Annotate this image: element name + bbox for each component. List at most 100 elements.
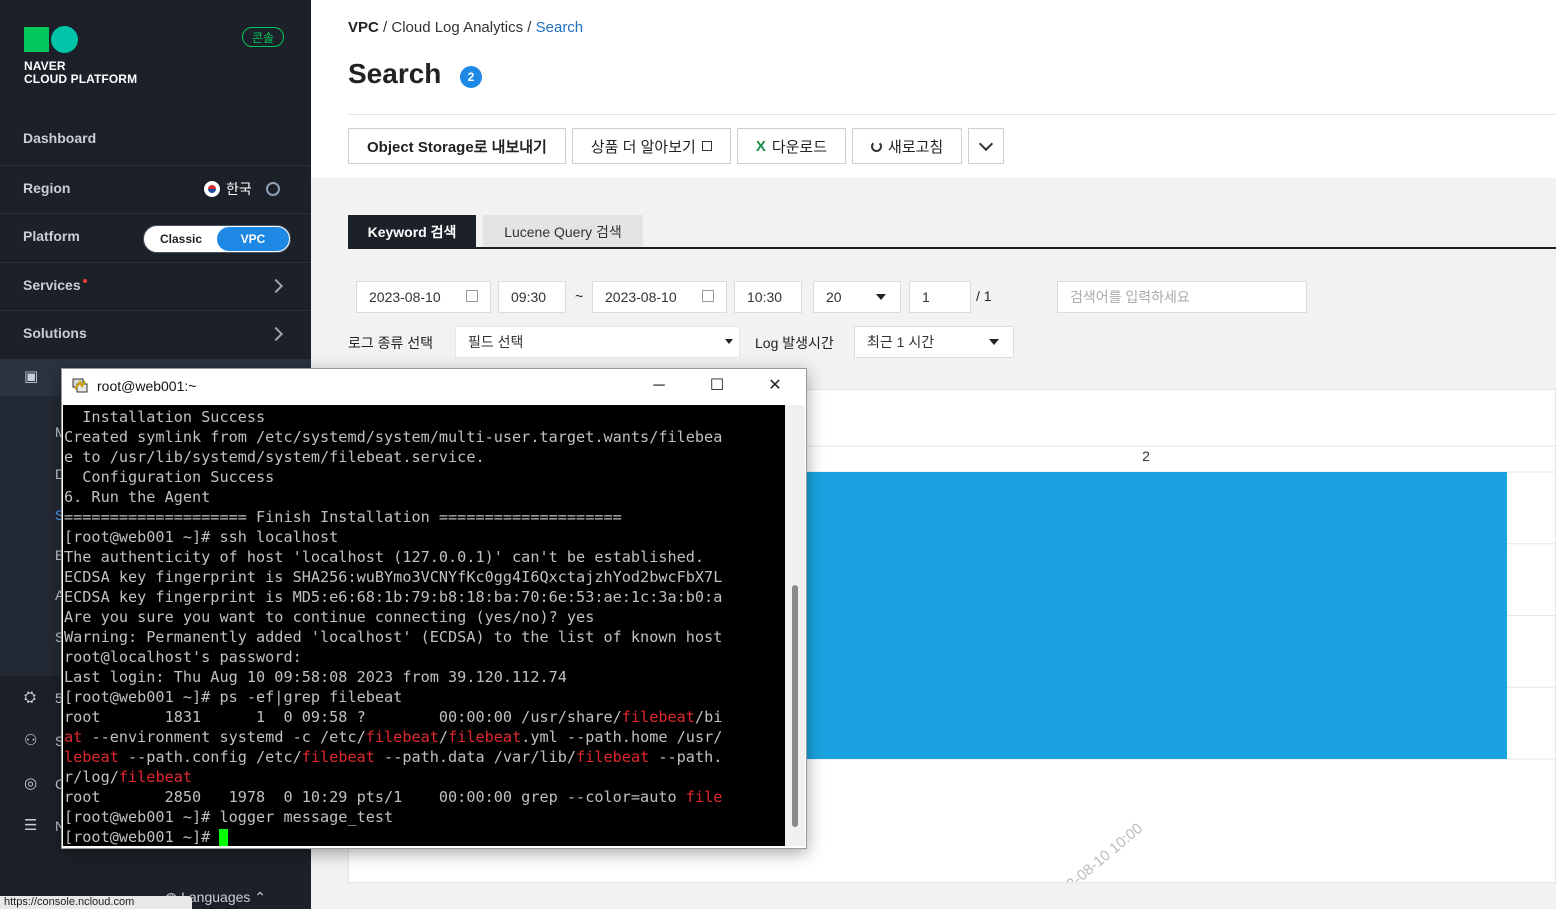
help-badge[interactable]: 2 [460, 66, 482, 88]
chevron-down-icon [979, 136, 994, 152]
terminal-titlebar[interactable]: root@web001:~ ─ ☐ ✕ [62, 369, 806, 405]
terminal-line: Configuration Success [64, 467, 722, 487]
end-time-field[interactable]: 10:30 [734, 281, 802, 313]
minimize-button[interactable]: ─ [630, 369, 688, 405]
sidebar-item-solutions[interactable]: Solutions [0, 310, 311, 358]
monitor-chart-icon: ▣ [24, 368, 39, 385]
terminal-line: [root@web001 ~]# logger message_test [64, 807, 722, 827]
terminal-text-segment: r/log/ [64, 768, 119, 786]
page-number-input[interactable]: 1 [909, 281, 971, 313]
terminal-text-segment: root 2850 1978 0 10:29 pts/1 00:00:00 gr… [64, 788, 686, 806]
sidebar-item-dashboard[interactable]: Dashboard [0, 116, 311, 164]
terminal-text-segment: [root@web001 ~]# logger message_test [64, 808, 394, 826]
download-button[interactable]: X 다운로드 [736, 128, 847, 164]
terminal-line: root@localhost's password: [64, 647, 722, 667]
range-separator: ~ [575, 288, 584, 304]
excel-icon: X [755, 137, 766, 155]
platform-vpc-option[interactable]: VPC [217, 227, 289, 251]
platform-toggle[interactable]: Classic VPC [143, 225, 291, 253]
calendar-icon[interactable] [466, 290, 478, 302]
terminal-text-segment: filebeat [365, 728, 439, 746]
sidebar-item-services[interactable]: Services [0, 262, 311, 310]
services-label: Services [23, 277, 87, 293]
breadcrumb: VPC / Cloud Log Analytics / Search [348, 19, 584, 36]
terminal-text-segment: .yml --path.home /usr/ [521, 728, 723, 746]
terminal-line: lebeat --path.config /etc/filebeat --pat… [64, 747, 722, 767]
terminal-text-segment: filebeat [576, 748, 650, 766]
terminal-text-segment: root 1831 1 0 09:58 ? 00:00:00 /usr/shar… [64, 708, 622, 726]
region-value: 한국 [226, 181, 252, 197]
terminal-text-segment: [root@web001 ~]# ps -ef|grep filebeat [64, 688, 403, 706]
log-time-select[interactable]: 최근 1 시간 [854, 326, 1014, 358]
divider [348, 114, 1556, 115]
server-icon[interactable]: ☰ [24, 818, 42, 834]
start-date-field[interactable]: 2023-08-10 [356, 281, 491, 313]
network-icon[interactable]: ⛭ [24, 690, 42, 706]
maximize-button[interactable]: ☐ [688, 369, 746, 405]
support-icon[interactable]: ◎ [24, 776, 42, 792]
field-select[interactable]: 필드 선택 [455, 326, 740, 358]
tab-keyword-search[interactable]: Keyword 검색 [348, 215, 476, 249]
putty-terminal-window[interactable]: root@web001:~ ─ ☐ ✕ Installation Success… [61, 368, 807, 849]
export-object-storage-button[interactable]: Object Storage로 내보내기 [348, 128, 566, 164]
log-type-label: 로그 종류 선택 [348, 335, 434, 351]
search-input[interactable]: 검색어를 입력하세요 [1057, 281, 1307, 313]
page-total: / 1 [976, 288, 992, 304]
calendar-icon[interactable] [702, 290, 714, 302]
breadcrumb-vpc[interactable]: VPC [348, 19, 379, 36]
console-badge[interactable]: 콘솔 [242, 27, 284, 47]
sidebar-item-region[interactable]: Region 한국 [0, 165, 311, 213]
terminal-text-segment: ==================== Finish Installation… [64, 508, 622, 526]
caret-down-icon [989, 339, 999, 345]
caret-down-icon [725, 339, 733, 344]
terminal-line: ECDSA key fingerprint is SHA256:wuBYmo3V… [64, 567, 722, 587]
refresh-button[interactable]: 새로고침 [852, 128, 963, 164]
terminal-text-segment: --path.config /etc/ [118, 748, 302, 766]
terminal-line: at --environment systemd -c /etc/filebea… [64, 727, 722, 747]
users-icon[interactable]: ⚇ [24, 733, 42, 749]
terminal-line: The authenticity of host 'localhost (127… [64, 547, 722, 567]
more-dropdown-button[interactable] [968, 128, 1005, 164]
page-size-select[interactable]: 20 [813, 281, 901, 313]
region-selector[interactable]: 한국 [204, 179, 280, 199]
external-link-icon [701, 141, 712, 151]
start-time-field[interactable]: 09:30 [498, 281, 566, 313]
new-dot-icon [82, 279, 87, 283]
putty-icon [72, 378, 88, 393]
terminal-text-segment: e to /usr/lib/systemd/system/filebeat.se… [64, 448, 485, 466]
caret-down-icon [876, 294, 886, 300]
terminal-title: root@web001:~ [97, 378, 197, 394]
tab-lucene-query-search[interactable]: Lucene Query 검색 [483, 215, 643, 249]
end-date-field[interactable]: 2023-08-10 [592, 281, 727, 313]
tab-underline [348, 247, 1556, 249]
platform-label: Platform [23, 228, 80, 244]
terminal-text-segment: --environment systemd -c /etc/ [82, 728, 366, 746]
naver-cloud-logo[interactable]: NAVER CLOUD PLATFORM [24, 26, 137, 86]
terminal-text-segment: lebeat [64, 748, 119, 766]
gear-icon[interactable] [265, 182, 280, 196]
terminal-text-segment: --path.data /var/lib/ [374, 748, 577, 766]
terminal-scrollbar-thumb[interactable] [792, 585, 798, 827]
terminal-cursor [219, 829, 229, 846]
terminal-text-segment: filebeat [118, 768, 193, 786]
terminal-line: ==================== Finish Installation… [64, 507, 722, 527]
breadcrumb-cloud-log-analytics[interactable]: Cloud Log Analytics [391, 19, 523, 36]
terminal-output[interactable]: Installation Success Created symlink from… [63, 405, 785, 846]
terminal-text-segment: ECDSA key fingerprint is MD5:e6:68:1b:79… [64, 588, 723, 606]
sidebar-item-platform: Platform Classic VPC [0, 213, 311, 261]
close-button[interactable]: ✕ [746, 369, 804, 405]
terminal-line: ECDSA key fingerprint is MD5:e6:68:1b:79… [64, 587, 722, 607]
learn-more-button[interactable]: 상품 더 알아보기 [571, 128, 731, 164]
chevron-up-icon: ⌃ [254, 889, 267, 905]
terminal-text-segment: filebeat [448, 728, 522, 746]
terminal-text-segment: Warning: Permanently added 'localhost' (… [64, 628, 723, 646]
chevron-right-icon [268, 326, 284, 342]
platform-classic-option[interactable]: Classic [160, 232, 202, 246]
page-title: Search [348, 58, 442, 89]
status-bar-url: https://console.ncloud.com [0, 896, 192, 909]
terminal-text-segment: The authenticity of host 'localhost (127… [64, 548, 705, 566]
chevron-right-icon [268, 278, 284, 294]
terminal-line: 6. Run the Agent [64, 487, 722, 507]
terminal-text-segment: Created symlink from /etc/systemd/system… [64, 428, 723, 446]
terminal-text-segment: 6. Run the Agent [64, 488, 211, 506]
